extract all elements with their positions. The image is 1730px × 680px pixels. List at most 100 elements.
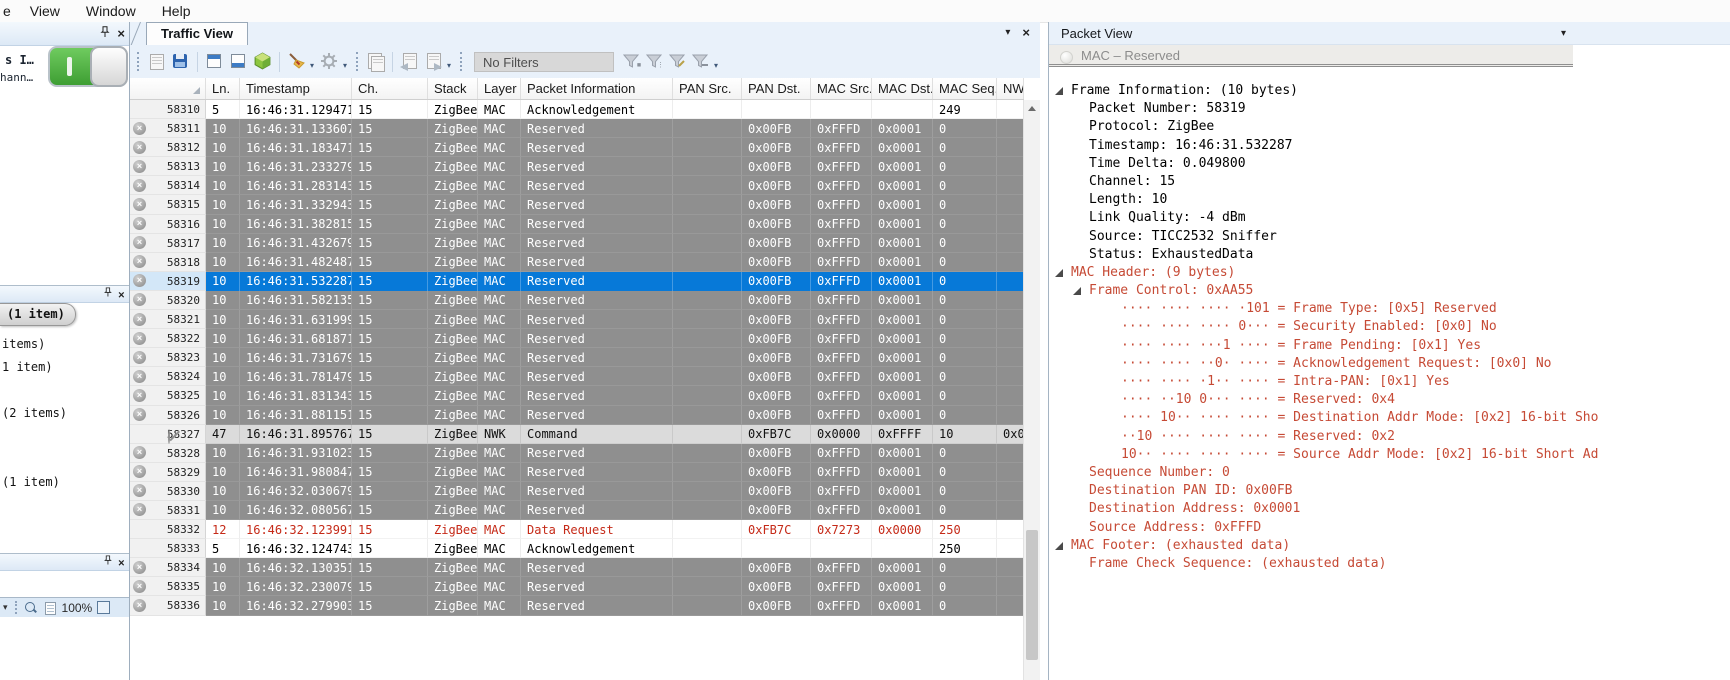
column-header-ln[interactable]: Ln. <box>206 78 240 99</box>
traffic-row[interactable]: 58310516:46:31.12947115ZigBeeMACAcknowle… <box>130 100 1024 119</box>
traffic-row[interactable]: ×583141016:46:31.28314315ZigBeeMACReserv… <box>130 176 1024 195</box>
traffic-row[interactable]: ×583281016:46:31.93102315ZigBeeMACReserv… <box>130 444 1024 463</box>
filter-display[interactable]: No Filters <box>474 52 614 72</box>
tree-line[interactable]: Destination PAN ID: 0x00FB <box>1049 482 1730 500</box>
column-header-layer[interactable]: Layer <box>478 78 521 99</box>
menu-item-file-partial[interactable]: e <box>0 1 17 21</box>
panel-layout-icon[interactable] <box>229 52 248 71</box>
traffic-row[interactable]: ×583201016:46:31.58213515ZigBeeMACReserv… <box>130 291 1024 310</box>
tree-line[interactable]: Packet Number: 58319 <box>1049 100 1730 118</box>
traffic-row[interactable]: 58333516:46:32.12474315ZigBeeMACAcknowle… <box>130 539 1024 558</box>
close-icon[interactable]: × <box>117 27 125 40</box>
traffic-row[interactable]: ×583261016:46:31.88115115ZigBeeMACReserv… <box>130 406 1024 425</box>
settings-gear-icon[interactable] <box>320 52 339 71</box>
traffic-row[interactable]: 583321216:46:32.12399115ZigBeeMACData Re… <box>130 520 1024 539</box>
filter-edit-icon[interactable] <box>669 53 687 70</box>
tree-line[interactable]: Protocol: ZigBee <box>1049 118 1730 136</box>
traffic-row[interactable]: ×583131016:46:31.23327915ZigBeeMACReserv… <box>130 157 1024 176</box>
sidebar-item[interactable]: items) <box>2 337 45 351</box>
tree-line[interactable]: ···· ···· ···1 ···· = Frame Pending: [0x… <box>1049 337 1730 355</box>
column-header-info[interactable]: Packet Information <box>521 78 673 99</box>
clear-traffic-icon[interactable] <box>287 52 306 71</box>
tree-line[interactable]: Time Delta: 0.049800 <box>1049 155 1730 173</box>
traffic-row[interactable]: ×583121016:46:31.18347115ZigBeeMACReserv… <box>130 138 1024 157</box>
column-header-ch[interactable]: Ch. <box>352 78 428 99</box>
traffic-row[interactable]: ×583351016:46:32.23007915ZigBeeMACReserv… <box>130 577 1024 596</box>
chevron-down-icon[interactable]: ▾ <box>714 62 718 70</box>
close-icon[interactable]: × <box>119 288 125 299</box>
column-header-mac_src[interactable]: MAC Src. <box>811 78 872 99</box>
vertical-scrollbar[interactable] <box>1023 100 1040 680</box>
traffic-row[interactable]: ×583221016:46:31.68187115ZigBeeMACReserv… <box>130 329 1024 348</box>
traffic-row[interactable]: ×583111016:46:31.13360715ZigBeeMACReserv… <box>130 119 1024 138</box>
tree-line[interactable]: Link Quality: -4 dBm <box>1049 209 1730 227</box>
tree-line[interactable]: Frame Check Sequence: (exhausted data) <box>1049 555 1730 573</box>
tree-line[interactable]: Length: 10 <box>1049 191 1730 209</box>
chevron-down-icon[interactable]: ▾ <box>343 62 347 70</box>
tree-line[interactable]: Timestamp: 16:46:31.532287 <box>1049 137 1730 155</box>
menu-item-help[interactable]: Help <box>149 1 204 21</box>
column-header-mac_seq[interactable]: MAC Seq. <box>933 78 997 99</box>
open-capture-icon[interactable] <box>147 52 166 71</box>
toolbar-grip[interactable] <box>460 52 462 71</box>
traffic-row[interactable]: ×583161016:46:31.38281515ZigBeeMACReserv… <box>130 215 1024 234</box>
traffic-row[interactable]: ×583251016:46:31.83134315ZigBeeMACReserv… <box>130 386 1024 405</box>
sidebar-item[interactable]: (1 item) <box>2 475 60 489</box>
next-capture-icon[interactable] <box>424 52 443 71</box>
expander-icon[interactable] <box>1055 87 1063 95</box>
traffic-row[interactable]: ×583241016:46:31.78147915ZigBeeMACReserv… <box>130 367 1024 386</box>
sidebar-item[interactable]: 1 item) <box>2 360 53 374</box>
tree-line[interactable]: 10·· ···· ···· ···· = Source Addr Mode: … <box>1049 446 1730 464</box>
traffic-row[interactable]: ×583191016:46:31.53228715ZigBeeMACReserv… <box>130 272 1024 291</box>
tab-traffic-view[interactable]: Traffic View <box>146 22 248 46</box>
traffic-row[interactable]: ×583311016:46:32.08056715ZigBeeMACReserv… <box>130 501 1024 520</box>
expander-icon[interactable] <box>1055 542 1063 550</box>
toolbar-grip[interactable] <box>137 52 139 71</box>
column-header-stack[interactable]: Stack <box>428 78 478 99</box>
page-view-icon[interactable] <box>43 601 57 615</box>
chevron-down-icon[interactable]: ▾ <box>3 603 8 612</box>
tree-line[interactable]: MAC Header: (9 bytes) <box>1049 264 1730 282</box>
column-header-pan_src[interactable]: PAN Src. <box>673 78 742 99</box>
capture-toggle[interactable] <box>48 46 128 87</box>
column-header-nw[interactable]: NW <box>997 78 1024 99</box>
tree-line[interactable]: Source Address: 0xFFFD <box>1049 519 1730 537</box>
tab-list-icon[interactable]: ▾ <box>1005 27 1010 38</box>
traffic-row[interactable]: ×583291016:46:31.98084715ZigBeeMACReserv… <box>130 463 1024 482</box>
toggle-knob[interactable] <box>90 46 128 87</box>
toolbar-grip[interactable] <box>15 601 17 614</box>
traffic-row[interactable]: ×583341016:46:32.13035115ZigBeeMACReserv… <box>130 558 1024 577</box>
row-number-column-header[interactable] <box>130 78 206 99</box>
tree-line[interactable]: ···· ···· ·1·· ···· = Intra-PAN: [0x1] Y… <box>1049 373 1730 391</box>
traffic-row[interactable]: ×583301016:46:32.03067915ZigBeeMACReserv… <box>130 482 1024 501</box>
scrollbar-thumb[interactable] <box>1026 530 1038 660</box>
zoom-level[interactable]: 100% <box>62 601 93 615</box>
traffic-row[interactable]: ×583211016:46:31.63199915ZigBeeMACReserv… <box>130 310 1024 329</box>
traffic-row[interactable]: ×583151016:46:31.33294315ZigBeeMACReserv… <box>130 195 1024 214</box>
prev-capture-icon[interactable] <box>400 52 419 71</box>
traffic-row[interactable]: ×583231016:46:31.73167915ZigBeeMACReserv… <box>130 348 1024 367</box>
tree-line[interactable]: ···· ···· ···· 0··· = Security Enabled: … <box>1049 318 1730 336</box>
tree-line[interactable]: ···· 10·· ···· ···· = Destination Addr M… <box>1049 409 1730 427</box>
tree-line[interactable]: ···· ···· ··0· ···· = Acknowledgement Re… <box>1049 355 1730 373</box>
tree-line[interactable]: Frame Control: 0xAA55 <box>1049 282 1730 300</box>
scroll-up-icon[interactable] <box>1028 106 1036 111</box>
tree-line[interactable]: Destination Address: 0x0001 <box>1049 500 1730 518</box>
pin-icon[interactable] <box>104 554 113 569</box>
sidebar-item[interactable]: (2 items) <box>2 406 67 420</box>
column-chooser-icon[interactable] <box>205 52 224 71</box>
traffic-row[interactable]: ×583181016:46:31.48248715ZigBeeMACReserv… <box>130 253 1024 272</box>
filter-apply-icon[interactable]: ■ <box>623 53 641 70</box>
close-icon[interactable]: × <box>1022 26 1030 39</box>
zoom-in-icon[interactable] <box>24 601 38 615</box>
save-capture-icon[interactable] <box>171 52 190 71</box>
panel-options-icon[interactable]: ▾ <box>1561 28 1566 39</box>
tree-line[interactable]: ···· ··10 0··· ···· = Reserved: 0x4 <box>1049 391 1730 409</box>
packet-summary-bar[interactable]: MAC – Reserved <box>1049 45 1573 67</box>
tree-line[interactable]: MAC Footer: (exhausted data) <box>1049 537 1730 555</box>
traffic-row[interactable]: ×583361016:46:32.27990315ZigBeeMACReserv… <box>130 596 1024 615</box>
tree-line[interactable]: Frame Information: (10 bytes) <box>1049 82 1730 100</box>
tree-line[interactable]: Status: ExhaustedData <box>1049 246 1730 264</box>
column-header-ts[interactable]: Timestamp <box>240 78 352 99</box>
close-icon[interactable]: × <box>119 556 125 567</box>
